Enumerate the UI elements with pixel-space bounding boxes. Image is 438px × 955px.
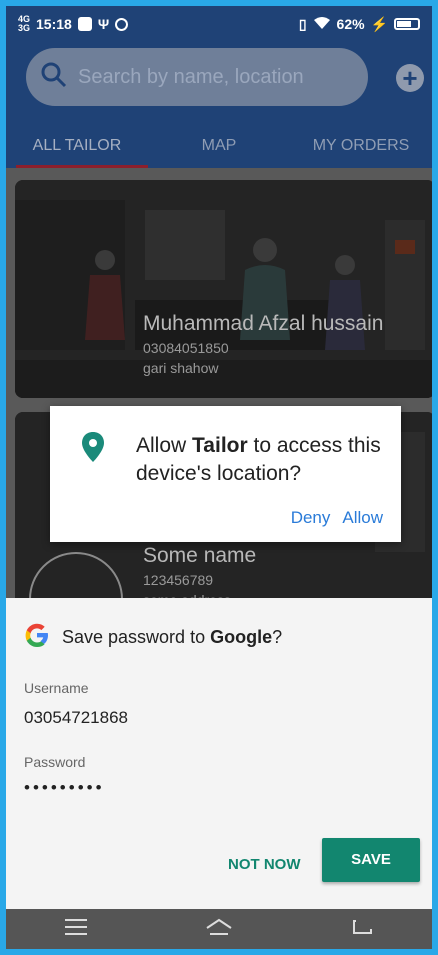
tab-map[interactable]: MAP <box>148 124 290 168</box>
notification-icon <box>77 17 92 31</box>
system-nav-bar <box>6 909 432 949</box>
not-now-button[interactable]: NOT NOW <box>228 856 301 873</box>
menu-icon[interactable] <box>65 918 88 940</box>
battery-icon <box>394 18 420 30</box>
deny-button[interactable]: Deny <box>291 508 331 528</box>
username-value: 03054721868 <box>24 708 129 727</box>
whatsapp-icon <box>115 17 129 31</box>
search-bar[interactable] <box>26 48 368 106</box>
save-password-title: Save password to Google? <box>24 622 282 653</box>
tailor-name: Muhammad Afzal hussain <box>143 312 384 335</box>
tailor-card[interactable]: Muhammad Afzal hussain 03084051850 gari … <box>15 180 432 398</box>
allow-button[interactable]: Allow <box>342 508 383 528</box>
home-icon[interactable] <box>206 918 232 941</box>
tailor-info: Muhammad Afzal hussain 03084051850 gari … <box>143 312 383 376</box>
username-label: Username <box>24 680 89 696</box>
vibrate-icon: ▯ <box>298 15 307 32</box>
search-icon <box>40 61 68 94</box>
save-button[interactable]: SAVE <box>322 838 420 882</box>
battery-percent: 62% <box>336 16 365 32</box>
signal-indicator: 4G 3G <box>18 14 31 33</box>
tailor-phone: 03084051850 <box>143 340 229 356</box>
tab-bar: ALL TAILOR MAP MY ORDERS <box>6 124 432 168</box>
wifi-icon <box>313 16 331 33</box>
status-bar: 4G 3G 15:18 Ψ ▯ 62% ⚡ <box>6 6 432 42</box>
charging-icon: ⚡ <box>370 15 388 32</box>
location-pin-icon <box>82 432 104 467</box>
tab-my-orders[interactable]: MY ORDERS <box>290 124 432 168</box>
permission-message: Allow Tailor to access this device's loc… <box>136 434 381 485</box>
clock: 15:18 <box>36 16 72 32</box>
tailor-address: gari shahow <box>143 360 219 376</box>
location-permission-dialog: Allow Tailor to access this device's loc… <box>50 406 401 542</box>
tab-all-tailor[interactable]: ALL TAILOR <box>6 124 148 168</box>
tailor-name: Some name <box>143 544 257 567</box>
save-password-sheet: Save password to Google? Username 030547… <box>6 598 432 909</box>
search-input[interactable] <box>78 65 368 89</box>
password-value: ••••••••• <box>24 778 105 797</box>
tailor-phone: 123456789 <box>143 572 214 588</box>
password-label: Password <box>24 754 86 770</box>
usb-icon: Ψ <box>97 16 110 32</box>
add-icon[interactable]: + <box>396 64 424 92</box>
phone-screen: 4G3G 15:18 Ψ ▯ 62% ⚡ + ALL TAILOR MAP MY… <box>6 6 432 949</box>
google-icon <box>24 622 50 653</box>
back-icon[interactable] <box>351 919 373 940</box>
